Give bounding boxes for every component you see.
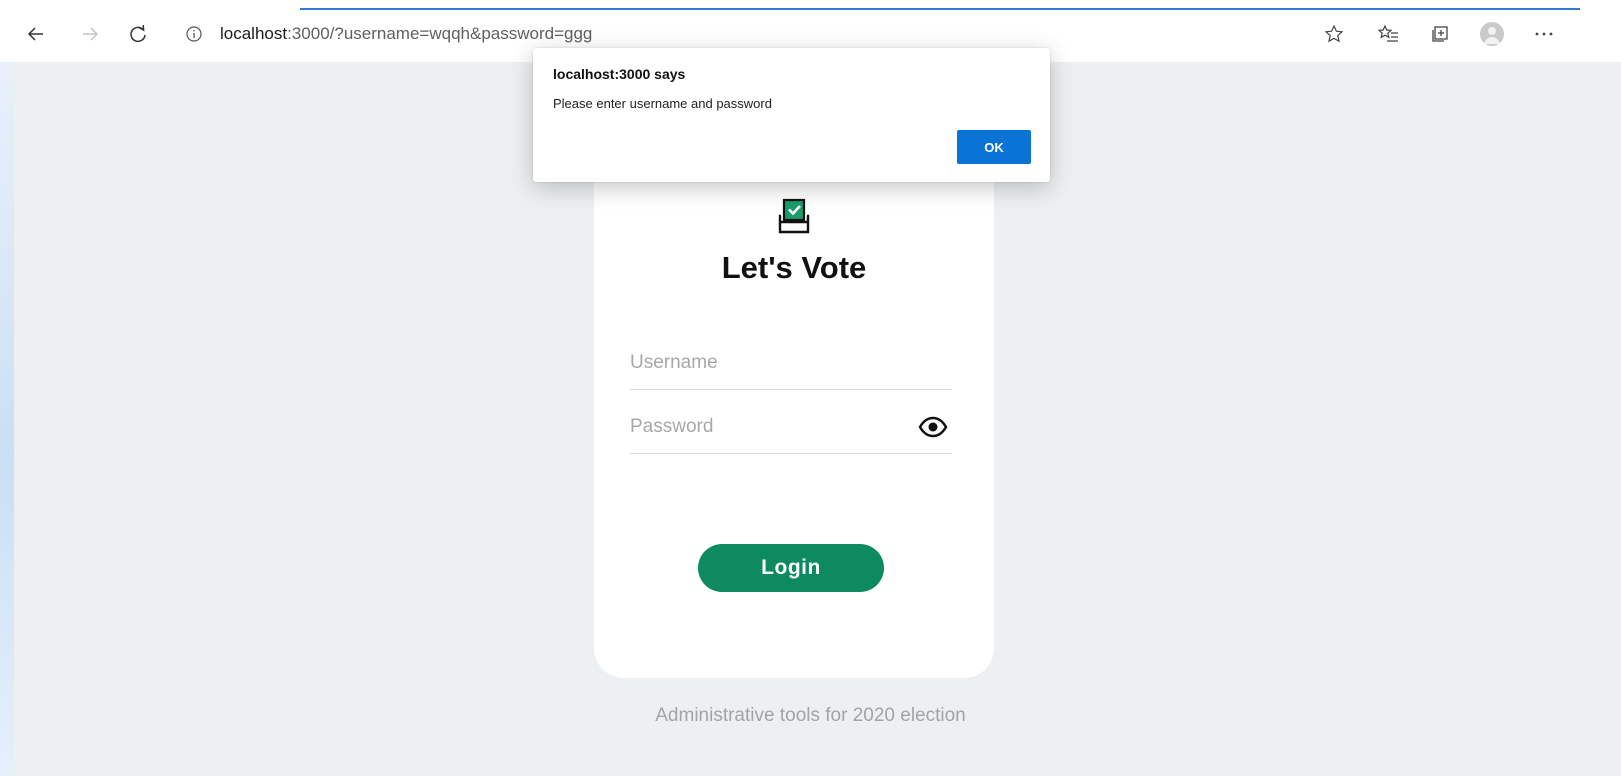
more-dots-icon[interactable] (1528, 18, 1560, 50)
address-bar[interactable]: localhost:3000/?username=wqqh&password=g… (184, 16, 1084, 52)
password-field (630, 398, 952, 454)
forward-button[interactable] (74, 18, 106, 50)
ballot-box-icon (778, 198, 810, 234)
app-title: Let's Vote (721, 250, 867, 285)
refresh-button[interactable] (122, 18, 154, 50)
footer-text: Administrative tools for 2020 election (655, 705, 966, 726)
username-field (630, 334, 952, 390)
profile-avatar-icon[interactable] (1476, 18, 1508, 50)
url-path: :3000/?username=wqqh&password=ggg (287, 24, 593, 43)
info-icon[interactable] (184, 24, 204, 44)
back-arrow-icon (27, 27, 43, 41)
dialog-title: localhost:3000 says (553, 66, 686, 82)
ok-button[interactable]: OK (957, 130, 1031, 164)
desktop-background-strip (0, 62, 14, 776)
login-button[interactable]: Login (698, 544, 884, 592)
back-button[interactable] (20, 18, 52, 50)
collections-icon[interactable] (1424, 18, 1456, 50)
password-input[interactable] (630, 410, 910, 444)
refresh-icon (130, 25, 146, 43)
url-host: localhost (220, 24, 288, 43)
eye-icon[interactable] (918, 416, 948, 438)
dialog-message: Please enter username and password (553, 96, 772, 111)
page-load-indicator (300, 8, 1580, 10)
alert-dialog: localhost:3000 says Please enter usernam… (533, 48, 1050, 182)
username-input[interactable] (630, 346, 910, 380)
forward-arrow-icon (83, 27, 99, 41)
favorites-list-icon[interactable] (1372, 18, 1404, 50)
favorite-star-icon[interactable] (1318, 18, 1350, 50)
